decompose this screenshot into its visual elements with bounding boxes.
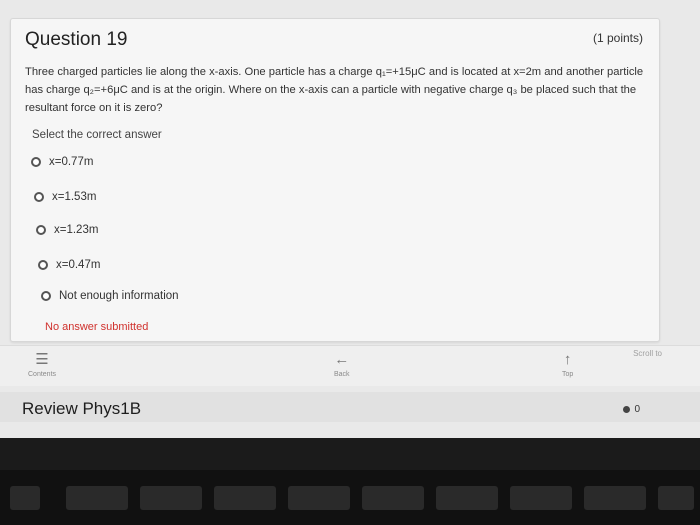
answer-label: x=0.77m [49,156,94,168]
answer-label: x=1.23m [54,224,99,236]
bottom-navigation: ☰ Contents ← Back ↑ Top Scroll to [0,345,700,386]
answer-option-1[interactable]: x=0.77m [31,156,93,168]
laptop-keyboard [0,470,700,525]
keyboard-key [66,486,128,510]
keyboard-key [510,486,572,510]
answer-option-3[interactable]: x=1.23m [36,224,98,236]
answer-option-4[interactable]: x=0.47m [38,259,100,271]
answer-option-2[interactable]: x=1.53m [34,191,96,203]
back-button[interactable]: ← Back [334,351,350,379]
course-title: Review Phys1B [22,399,142,418]
keyboard-key [214,486,276,510]
list-icon: ☰ [35,351,49,368]
question-card: Question 19 (1 points) Three charged par… [10,18,660,342]
screen: Question 19 (1 points) Three charged par… [0,0,700,438]
radio-button[interactable] [38,260,48,270]
keyboard-key [288,486,350,510]
answer-label: x=1.53m [52,191,97,203]
keyboard-key [436,486,498,510]
badge-count: 0 [634,404,640,415]
instruction-text: Select the correct answer [32,129,162,141]
top-button[interactable]: ↑ Top [562,351,574,379]
question-text: Three charged particles lie along the x-… [25,66,644,114]
answer-option-5[interactable]: Not enough information [41,290,179,302]
radio-button[interactable] [41,291,51,301]
progress-badge[interactable]: 0 [623,404,640,415]
keyboard-key [140,486,202,510]
arrow-up-icon: ↑ [563,351,572,368]
keyboard-key [658,486,694,510]
question-points: (1 points) [592,31,643,45]
arrow-left-icon: ← [334,351,350,368]
back-label: Back [334,371,350,378]
keyboard-key [10,486,40,510]
radio-button[interactable] [31,157,41,167]
keyboard-key [362,486,424,510]
keyboard-key [584,486,646,510]
scroll-to-button[interactable]: Scroll to [633,349,662,358]
dot-icon [623,406,631,413]
radio-button[interactable] [34,192,44,202]
contents-label: Contents [28,371,57,378]
submission-status: No answer submitted [45,321,149,333]
radio-button[interactable] [36,225,46,235]
top-label: Top [562,371,574,378]
answer-label: Not enough information [59,290,179,302]
contents-button[interactable]: ☰ Contents [28,351,57,379]
answer-label: x=0.47m [56,259,101,271]
question-title: Question 19 [25,29,128,50]
footer-bar: Review Phys1B 0 [0,392,700,422]
